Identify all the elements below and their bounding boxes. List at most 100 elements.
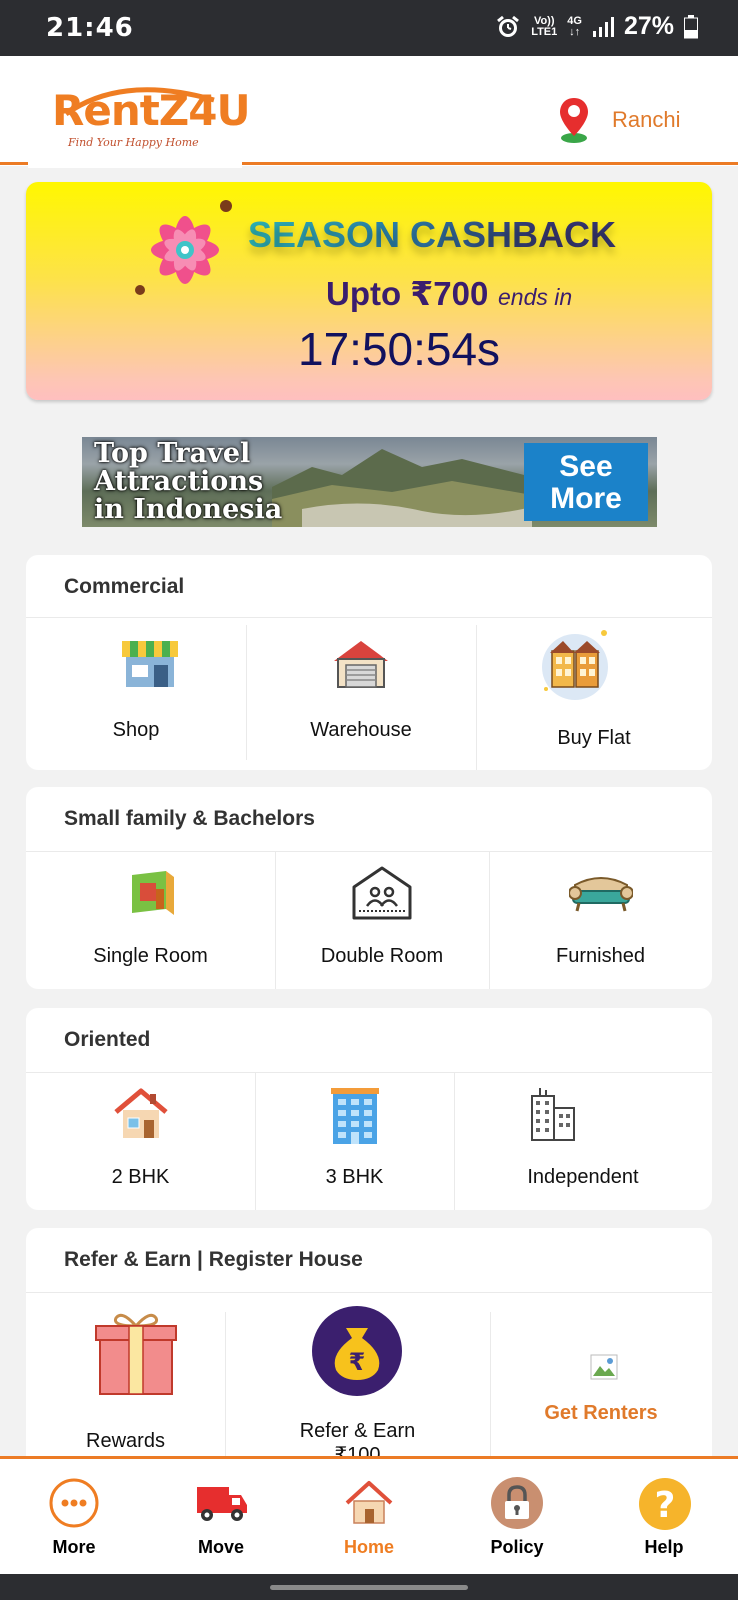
category-buy-flat[interactable]: Buy Flat — [476, 617, 712, 767]
ad-line-3: in Indonesia — [94, 494, 283, 525]
home-gesture-handle[interactable] — [270, 1585, 468, 1590]
small-family-card: Small family & Bachelors Single Room Dou… — [26, 787, 712, 989]
promo-offer: Upto ₹700 — [326, 275, 489, 312]
svg-text:₹: ₹ — [349, 1348, 366, 1376]
promo-countdown: 17:50:54s — [298, 323, 501, 375]
see-more-button[interactable]: See More — [524, 443, 648, 521]
lock-icon — [491, 1477, 543, 1529]
nav-label: Help — [644, 1537, 684, 1557]
category-warehouse[interactable]: Warehouse — [246, 617, 476, 767]
cashback-banner[interactable]: SEASON CASHBACK Upto ₹700 ends in 17:50:… — [26, 182, 712, 400]
signal-icon — [592, 16, 614, 37]
section-title: Commercial — [64, 575, 185, 598]
app-logo[interactable]: RentZ4U Find Your Happy Home — [52, 78, 251, 158]
money-bag-icon: ₹ — [312, 1306, 402, 1396]
volte-indicator: Vo)) LTE1 — [531, 14, 558, 38]
help-icon: ? — [639, 1478, 691, 1530]
status-icons: Vo)) LTE1 4G ↓↑ 27% — [495, 12, 698, 41]
category-3bhk[interactable]: 3 BHK — [255, 1072, 454, 1210]
nav-label: Move — [197, 1537, 244, 1557]
system-nav-bar — [0, 1574, 738, 1600]
single-room-icon — [132, 871, 174, 915]
see-more-line-1: See — [559, 450, 613, 483]
promo-ends-label: ends in — [498, 284, 573, 310]
category-label: Warehouse — [310, 719, 412, 741]
commercial-card: Commercial Shop Warehouse Buy Flat — [26, 555, 712, 770]
house-icon — [114, 1088, 168, 1138]
ad-line-2: Attractions — [94, 466, 264, 497]
status-bar: 21:46 Vo)) LTE1 4G ↓↑ 27% — [0, 0, 738, 56]
landscape-image — [272, 449, 532, 527]
shop-icon — [122, 641, 178, 687]
broken-image-icon — [590, 1354, 618, 1380]
svg-text:?: ? — [655, 1485, 676, 1526]
nav-home[interactable]: Home — [309, 1459, 429, 1577]
nav-label: Policy — [490, 1537, 544, 1557]
category-shop[interactable]: Shop — [26, 617, 246, 767]
double-room-icon — [352, 866, 412, 920]
nav-more[interactable]: More — [14, 1459, 134, 1577]
logo-tagline: Find Your Happy Home — [68, 136, 199, 149]
location-pin-icon — [560, 98, 588, 143]
refer-earn-item[interactable]: ₹ Refer & Earn ₹100 — [225, 1292, 490, 1468]
nav-move[interactable]: Move — [161, 1459, 281, 1577]
nav-policy[interactable]: Policy — [457, 1459, 577, 1577]
category-label: 3 BHK — [325, 1166, 384, 1188]
battery-icon — [684, 14, 698, 38]
bottom-nav: More Move Home Policy ? Help — [0, 1456, 738, 1574]
location-city: Ranchi — [612, 107, 681, 132]
category-independent[interactable]: Independent — [454, 1072, 712, 1210]
nav-label: Home — [343, 1537, 394, 1557]
app-header: RentZ4U Find Your Happy Home Ranchi — [0, 56, 738, 168]
home-icon — [345, 1481, 393, 1524]
building-icon — [531, 1088, 575, 1141]
refer-card: Refer & Earn | Register House Rewards ₹ … — [26, 1228, 712, 1468]
ad-line-1: Top Travel — [94, 438, 251, 469]
ad-banner[interactable]: Top Travel Attractions in Indonesia See … — [82, 437, 657, 527]
warehouse-icon — [334, 641, 388, 688]
nav-label: More — [52, 1537, 96, 1557]
flower-icon — [135, 200, 232, 295]
category-label: 2 BHK — [111, 1166, 170, 1188]
category-2bhk[interactable]: 2 BHK — [26, 1072, 255, 1210]
nav-help[interactable]: ? Help — [604, 1459, 724, 1577]
gift-icon — [95, 1313, 177, 1395]
category-label: Buy Flat — [557, 727, 631, 749]
data-indicator: 4G ↓↑ — [567, 14, 582, 38]
location-selector[interactable]: Ranchi — [558, 96, 680, 144]
category-label: Independent — [527, 1166, 639, 1188]
category-label: Double Room — [320, 945, 444, 967]
category-label: Single Room — [93, 945, 208, 967]
data-arrows-icon: ↓↑ — [569, 25, 581, 38]
get-renters-item[interactable]: Get Renters — [490, 1292, 712, 1468]
rewards-label: Rewards — [86, 1430, 165, 1452]
logo-underline-gap — [28, 160, 242, 168]
get-renters-label: Get Renters — [544, 1402, 658, 1424]
rewards-item[interactable]: Rewards — [26, 1292, 225, 1468]
logo-text: RentZ4U — [52, 86, 251, 135]
sofa-icon — [569, 877, 633, 912]
buy-flat-icon — [542, 630, 608, 700]
volte-label: Vo)) — [533, 14, 555, 27]
network-type-label: 4G — [567, 14, 582, 27]
oriented-card: Oriented 2 BHK 3 BHK Independent — [26, 1008, 712, 1210]
category-label: Furnished — [556, 945, 645, 967]
refer-earn-label: Refer & Earn — [299, 1420, 416, 1442]
battery-percent: 27% — [623, 12, 674, 40]
more-icon — [49, 1478, 99, 1528]
apartment-icon — [331, 1088, 379, 1144]
lte-label: LTE1 — [531, 25, 558, 38]
see-more-line-2: More — [550, 482, 622, 515]
category-furnished[interactable]: Furnished — [489, 851, 712, 989]
section-title: Small family & Bachelors — [64, 807, 315, 830]
category-label: Shop — [112, 719, 160, 741]
ad-headline: Top Travel Attractions in Indonesia — [94, 440, 282, 524]
truck-icon — [197, 1487, 247, 1521]
section-title: Oriented — [64, 1028, 151, 1051]
alarm-icon — [497, 15, 520, 37]
promo-headline: SEASON CASHBACK — [248, 214, 617, 255]
category-single-room[interactable]: Single Room — [26, 851, 275, 989]
section-title: Refer & Earn | Register House — [64, 1248, 363, 1271]
category-double-room[interactable]: Double Room — [275, 851, 489, 989]
status-time: 21:46 — [46, 13, 134, 43]
